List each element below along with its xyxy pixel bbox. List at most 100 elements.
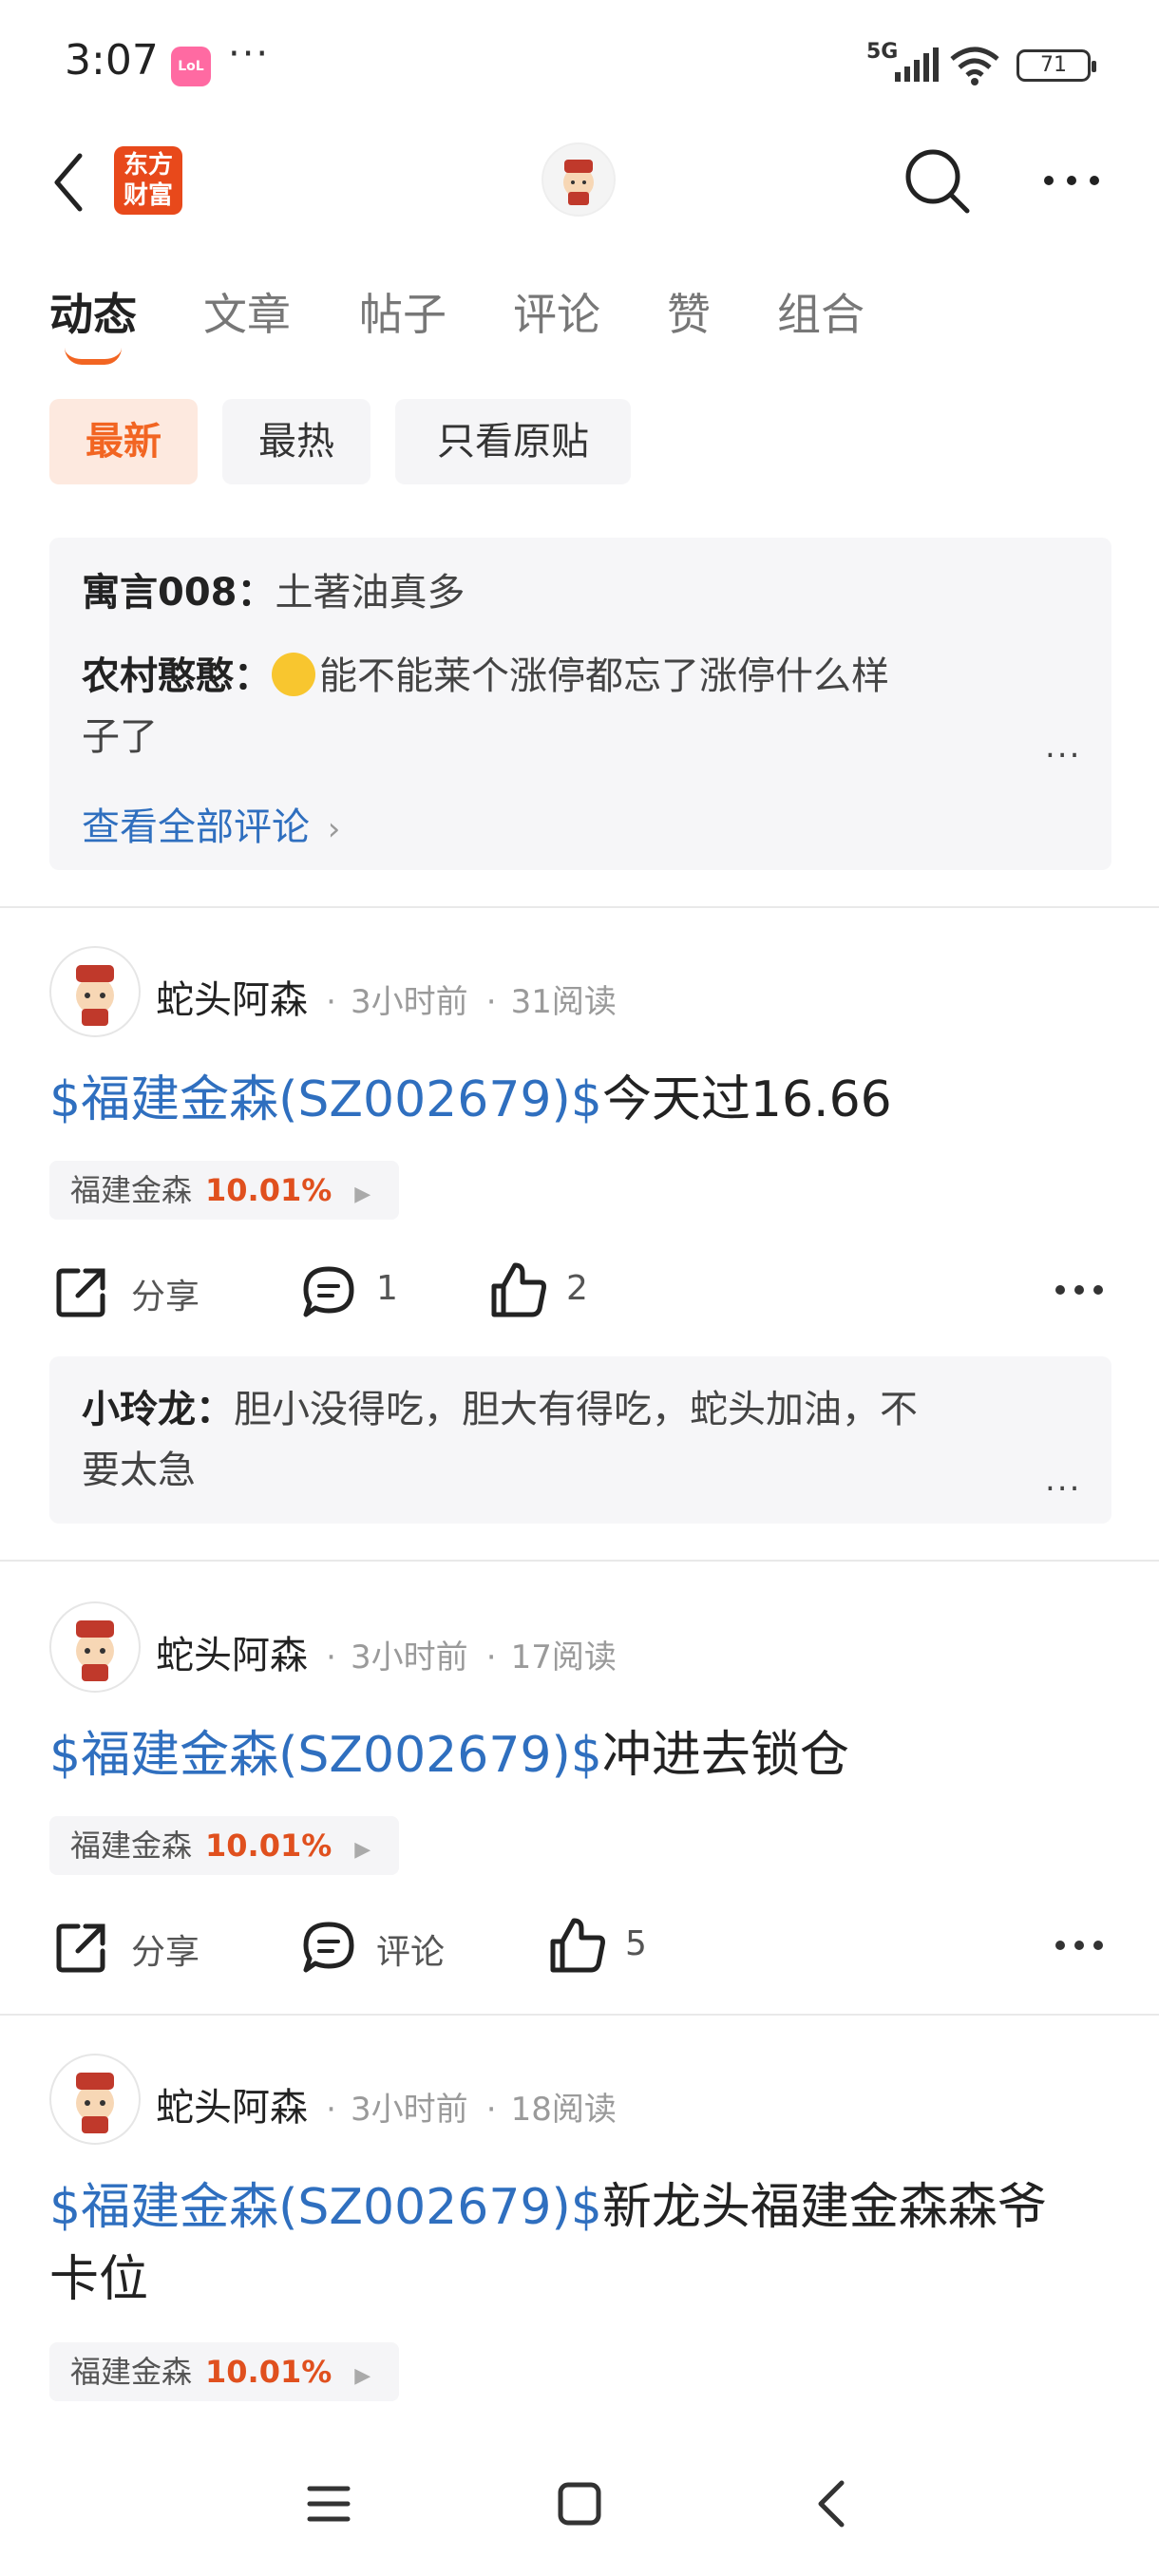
post-header: 蛇头阿森 · 3小时前 · 18阅读: [156, 2076, 617, 2131]
laughing-emoji-icon: [272, 653, 315, 696]
post-header: 蛇头阿森 · 3小时前 · 31阅读: [156, 969, 617, 1024]
author-name[interactable]: 蛇头阿森: [156, 2086, 308, 2130]
comment-text-cont: 子了: [82, 715, 158, 759]
read-count: 17阅读: [510, 1638, 617, 1676]
post-content[interactable]: $福建金森(SZ002679)$冲进去锁仓: [49, 1719, 1112, 1791]
share-label[interactable]: 分享: [131, 1924, 200, 1974]
god-of-wealth-icon: [76, 1620, 114, 1681]
like-icon[interactable]: [488, 1260, 549, 1320]
profile-avatar[interactable]: [542, 142, 616, 217]
play-arrow-icon: ▶: [354, 1838, 371, 1862]
meta-separator: ·: [326, 983, 336, 1021]
logo-text-line1: 东方: [123, 151, 173, 180]
comment-icon[interactable]: [300, 1919, 357, 1976]
eastmoney-logo: 东方 财富: [114, 146, 182, 215]
post-content[interactable]: $福建金森(SZ002679)$今天过16.66: [49, 1064, 1112, 1136]
divider: [0, 2014, 1159, 2016]
more-options-icon[interactable]: [1041, 169, 1102, 192]
battery-indicator: 71: [1016, 49, 1096, 82]
back-nav-icon[interactable]: [813, 2479, 847, 2529]
tab-articles[interactable]: 文章: [203, 280, 291, 343]
post-more-icon[interactable]: [1054, 1280, 1104, 1299]
share-icon[interactable]: [53, 1263, 110, 1320]
menu-nav-icon[interactable]: [306, 2483, 352, 2525]
share-icon[interactable]: [53, 1919, 110, 1976]
stock-tag[interactable]: 福建金森 10.01% ▶: [49, 1816, 399, 1875]
reply-user: 小玲龙：: [82, 1388, 234, 1431]
post-header: 蛇头阿森 · 3小时前 · 17阅读: [156, 1624, 617, 1679]
expand-comment-dots[interactable]: ...: [1045, 728, 1081, 766]
comment-item: 寓言008：土著油真多: [82, 562, 1070, 623]
view-all-comments-label: 查看全部评论: [82, 805, 310, 849]
stock-tag[interactable]: 福建金森 10.01% ▶: [49, 1161, 399, 1220]
search-icon[interactable]: [901, 144, 973, 217]
expand-reply-dots[interactable]: ...: [1045, 1461, 1081, 1499]
stock-ticker-link[interactable]: $福建金森(SZ002679)$: [49, 1727, 602, 1784]
view-all-comments-link[interactable]: 查看全部评论 ›: [82, 796, 340, 851]
post-text: 今天过16.66: [601, 1071, 892, 1128]
stock-name: 福建金森: [70, 2354, 193, 2390]
home-nav-icon[interactable]: [557, 2481, 602, 2527]
tab-likes[interactable]: 赞: [667, 280, 711, 343]
stock-name: 福建金森: [70, 1828, 193, 1864]
tab-posts[interactable]: 帖子: [359, 280, 446, 343]
divider: [0, 1560, 1159, 1562]
reply-item: 小玲龙：胆小没得吃，胆大有得吃，蛇头加油，不 要太急: [82, 1379, 1070, 1501]
like-count[interactable]: 5: [625, 1924, 647, 1963]
stock-tag[interactable]: 福建金森 10.01% ▶: [49, 2342, 399, 2401]
stock-change-pct: 10.01%: [205, 1172, 332, 1208]
meta-separator: ·: [485, 983, 497, 1021]
avatar[interactable]: [49, 946, 141, 1037]
play-arrow-icon: ▶: [354, 1183, 371, 1206]
meta-separator: ·: [326, 1638, 336, 1676]
tab-dynamic[interactable]: 动态: [49, 280, 137, 343]
like-icon[interactable]: [547, 1915, 608, 1976]
app-notification-icon: LoL: [171, 47, 211, 86]
share-label[interactable]: 分享: [131, 1269, 200, 1318]
post-time: 3小时前: [351, 2091, 468, 2129]
comment-label[interactable]: 评论: [376, 1924, 445, 1974]
like-count[interactable]: 2: [566, 1269, 588, 1308]
god-of-wealth-icon: [76, 965, 114, 1026]
play-arrow-icon: ▶: [354, 2364, 371, 2388]
meta-separator: ·: [485, 2091, 497, 2129]
chevron-right-icon: ›: [327, 810, 341, 848]
meta-separator: ·: [326, 2091, 336, 2129]
comment-text: 土著油真多: [275, 571, 466, 615]
filter-hot[interactable]: 最热: [222, 399, 370, 484]
read-count: 31阅读: [510, 983, 617, 1021]
post-time: 3小时前: [351, 1638, 468, 1676]
comment-text: 能不能莱个涨停都忘了涨停什么样: [319, 654, 889, 698]
god-of-wealth-icon: [563, 160, 594, 205]
filter-original-only[interactable]: 只看原贴: [395, 399, 631, 484]
avatar[interactable]: [49, 1601, 141, 1693]
status-more-icon: ···: [228, 32, 271, 76]
comment-count[interactable]: 1: [376, 1269, 398, 1308]
signal-icon: [895, 47, 939, 82]
active-tab-indicator: [65, 348, 122, 365]
comment-item: 农村憨憨： 能不能莱个涨停都忘了涨停什么样 子了: [82, 646, 1070, 767]
avatar[interactable]: [49, 2054, 141, 2145]
stock-ticker-link[interactable]: $福建金森(SZ002679)$: [49, 1071, 602, 1128]
read-count: 18阅读: [510, 2091, 617, 2129]
stock-change-pct: 10.01%: [205, 2354, 332, 2390]
tab-comments[interactable]: 评论: [513, 280, 600, 343]
stock-ticker-link[interactable]: $福建金森(SZ002679)$: [49, 2179, 602, 2236]
post-content[interactable]: $福建金森(SZ002679)$新龙头福建金森森爷卡位: [49, 2171, 1112, 2316]
post-text: 新龙头福建金森森爷: [601, 2179, 1047, 2236]
author-name[interactable]: 蛇头阿森: [156, 978, 308, 1022]
meta-separator: ·: [485, 1638, 497, 1676]
author-name[interactable]: 蛇头阿森: [156, 1634, 308, 1677]
status-time: 3:07: [65, 36, 159, 85]
post-text: 冲进去锁仓: [601, 1727, 849, 1784]
tab-portfolio[interactable]: 组合: [777, 280, 864, 343]
comment-icon[interactable]: [300, 1263, 357, 1320]
stock-change-pct: 10.01%: [205, 1828, 332, 1864]
back-icon[interactable]: [49, 152, 87, 213]
reply-text: 胆小没得吃，胆大有得吃，蛇头加油，不: [234, 1388, 918, 1431]
stock-name: 福建金森: [70, 1172, 193, 1208]
post-more-icon[interactable]: [1054, 1936, 1104, 1955]
post-text-cont: 卡位: [49, 2251, 149, 2308]
divider: [0, 906, 1159, 908]
filter-latest[interactable]: 最新: [49, 399, 198, 484]
